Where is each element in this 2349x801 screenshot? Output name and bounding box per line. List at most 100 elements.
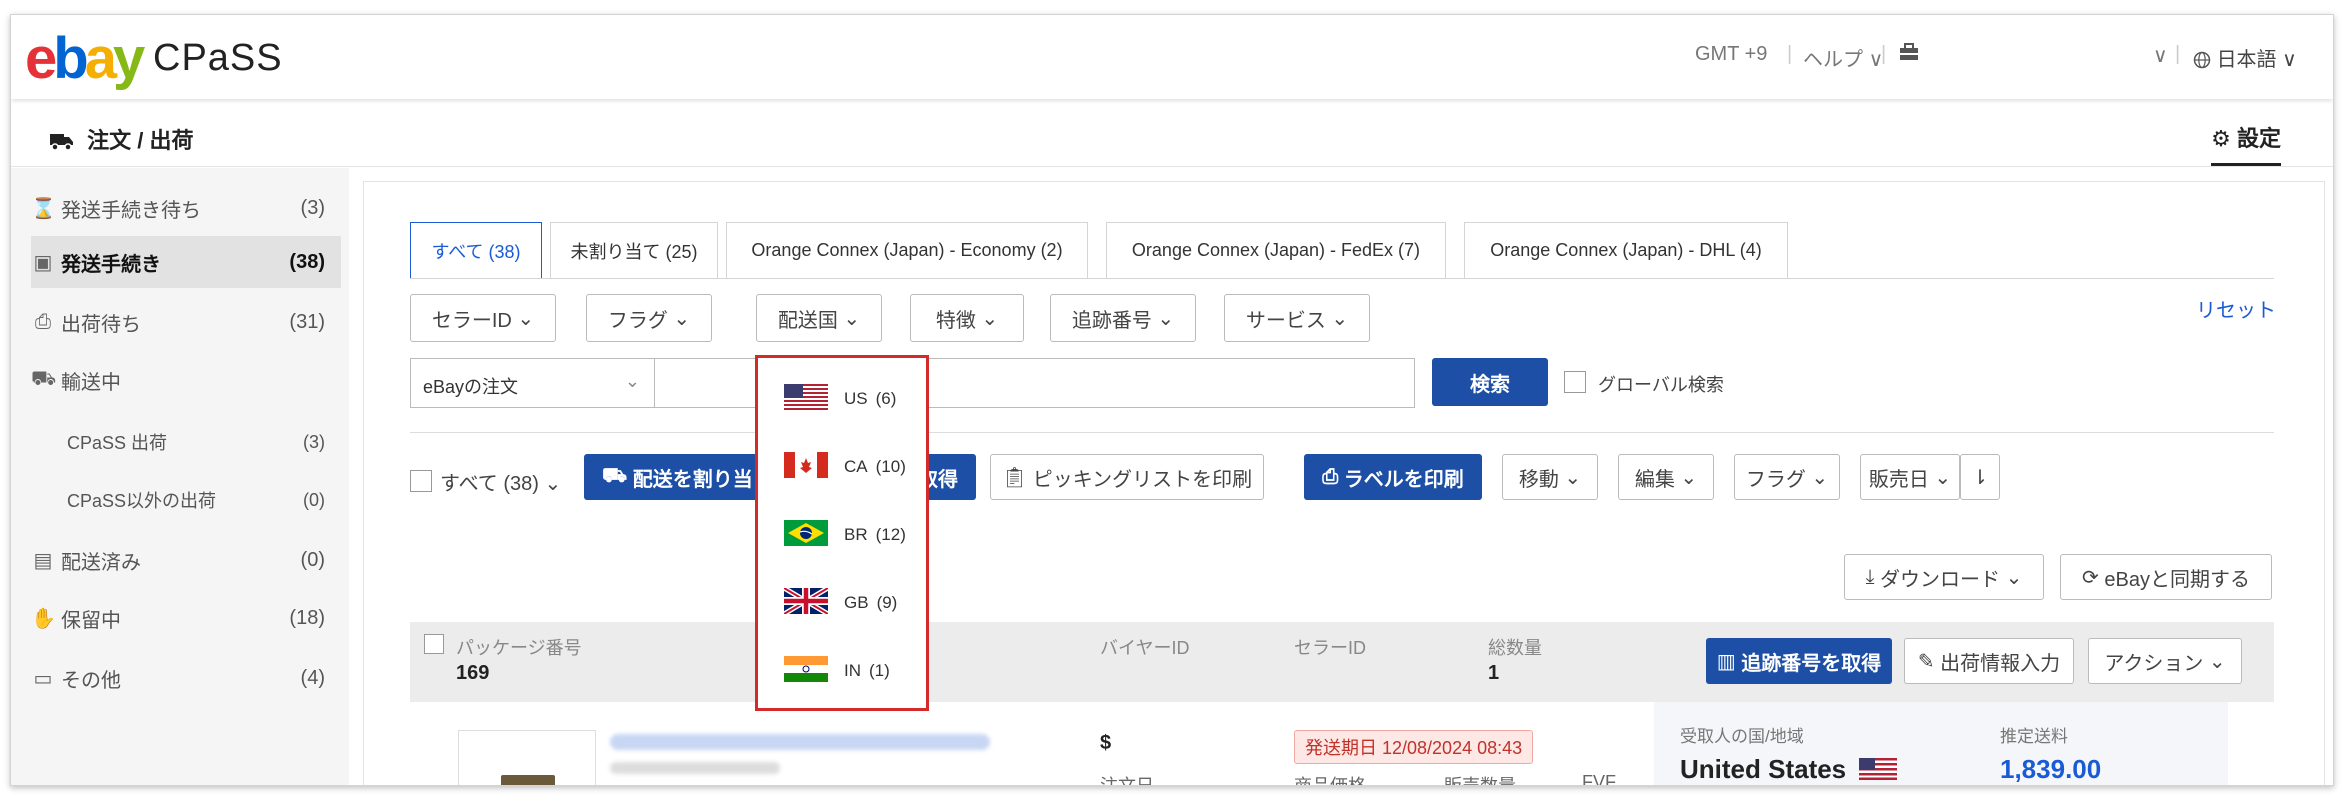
filter-label: 追跡番号 bbox=[1071, 309, 1152, 332]
truck-icon bbox=[49, 128, 87, 153]
sidebar-item-on-hold[interactable]: ✋ 保留中 (18) bbox=[31, 592, 341, 644]
global-search-checkbox[interactable] bbox=[1564, 371, 1586, 393]
chevron-down-icon: ⌄ bbox=[624, 371, 640, 391]
quantity-sold-label: 販売数量 bbox=[1444, 776, 1516, 786]
download-icon: ⤓ bbox=[1865, 565, 1875, 588]
sidebar-item-count: (4) bbox=[300, 666, 325, 689]
receipt-icon: ▤ bbox=[33, 549, 53, 572]
flag-dropdown[interactable]: フラグ ⌄ bbox=[1734, 454, 1840, 500]
sidebar-item-non-cpass-shipping[interactable]: CPaSS以外の出荷 (0) bbox=[67, 474, 341, 526]
sidebar: ⌛ 発送手続き待ち (3) ▣ 発送手続き (38) ⎙ 出荷待ち (31) ⛟… bbox=[11, 168, 349, 785]
printer-icon: ⎙ bbox=[35, 310, 51, 333]
chevron-down-icon: ⌄ bbox=[1564, 466, 1582, 489]
dropdown-option-br[interactable]: BR (12) bbox=[784, 518, 906, 552]
move-dropdown[interactable]: 移動 ⌄ bbox=[1502, 454, 1598, 500]
sale-date-dropdown[interactable]: 販売日 ⌄ bbox=[1860, 454, 1960, 500]
sidebar-item-label: その他 bbox=[61, 669, 121, 692]
product-thumbnail[interactable] bbox=[458, 730, 596, 785]
timezone[interactable]: GMT +9 bbox=[1695, 43, 1767, 66]
ship-info-button[interactable]: ✎ 出荷情報入力 bbox=[1904, 638, 2074, 684]
page-title: 注文 / 出荷 bbox=[49, 123, 193, 155]
buyer-id-label: バイヤーID bbox=[1100, 638, 1190, 658]
dropdown-option-gb[interactable]: GB (9) bbox=[782, 585, 897, 620]
option-code: IN bbox=[844, 661, 861, 680]
product-title[interactable] bbox=[610, 734, 990, 750]
option-count: (10) bbox=[875, 457, 906, 476]
option-code: BR bbox=[844, 525, 868, 544]
feature-filter[interactable]: 特徴 ⌄ bbox=[910, 294, 1024, 342]
button-label: 移動 bbox=[1518, 468, 1559, 491]
total-quantity-value: 1 bbox=[1488, 662, 1500, 684]
tab-oc-economy[interactable]: Orange Connex (Japan) - Economy (2) bbox=[726, 222, 1088, 278]
refresh-icon: ⟳ bbox=[2082, 566, 2099, 589]
chevron-down-icon: ⌄ bbox=[2005, 566, 2023, 589]
dropdown-option-us[interactable]: US (6) bbox=[784, 382, 896, 416]
app-name: CPaSS bbox=[153, 37, 283, 79]
reset-link[interactable]: リセット bbox=[2196, 294, 2276, 323]
sort-order-icon[interactable]: ⇂ bbox=[1960, 454, 2000, 500]
ebay-logo[interactable]: ebay bbox=[25, 27, 145, 91]
estimated-shipping-label: 推定送料 bbox=[2000, 727, 2068, 746]
select-all-checkbox[interactable] bbox=[410, 470, 432, 492]
edit-dropdown[interactable]: 編集 ⌄ bbox=[1618, 454, 1714, 500]
sidebar-item-delivered[interactable]: ▤ 配送済み (0) bbox=[31, 534, 341, 586]
tab-oc-dhl[interactable]: Orange Connex (Japan) - DHL (4) bbox=[1464, 222, 1788, 278]
settings-link[interactable]: ⚙ 設定 bbox=[2211, 121, 2281, 166]
hand-icon: ✋ bbox=[31, 607, 56, 630]
briefcase-icon[interactable] bbox=[1899, 43, 1919, 67]
button-label: 編集 bbox=[1634, 468, 1675, 491]
chevron-down-icon: ⌄ bbox=[544, 473, 562, 495]
account-menu-chevron-icon[interactable]: ∨ bbox=[2153, 43, 2168, 68]
sidebar-item-count: (31) bbox=[289, 310, 325, 333]
sidebar-item-in-transit[interactable]: ⛟ 輸送中 bbox=[31, 354, 341, 406]
action-dropdown[interactable]: アクション ⌄ bbox=[2088, 638, 2242, 684]
globe-icon bbox=[2193, 49, 2217, 71]
tab-oc-fedex[interactable]: Orange Connex (Japan) - FedEx (7) bbox=[1106, 222, 1446, 278]
order-source-select[interactable]: eBayの注文 ⌄ bbox=[410, 358, 655, 408]
dropdown-option-in[interactable]: IN (1) bbox=[784, 654, 890, 688]
assign-shipping-button[interactable]: ⛟ 配送を割り当 bbox=[584, 454, 764, 500]
package-checkbox[interactable] bbox=[424, 634, 444, 654]
seller-id-filter[interactable]: セラーID ⌄ bbox=[410, 294, 556, 342]
service-filter[interactable]: サービス ⌄ bbox=[1224, 294, 1370, 342]
tab-all[interactable]: すべて (38) bbox=[410, 222, 542, 278]
sidebar-item-other[interactable]: ▭ その他 (4) bbox=[31, 652, 341, 704]
dropdown-option-ca[interactable]: CA (10) bbox=[784, 450, 906, 484]
hourglass-icon: ⌛ bbox=[31, 197, 56, 220]
flag-filter[interactable]: フラグ ⌄ bbox=[586, 294, 712, 342]
print-label-button[interactable]: ⎙ ラベルを印刷 bbox=[1304, 454, 1482, 500]
chevron-down-icon: ⌄ bbox=[1680, 466, 1698, 489]
help-menu[interactable]: ヘルプ ∨ bbox=[1803, 43, 1883, 72]
print-picking-list-button[interactable]: 📋︎ ピッキングリストを印刷 bbox=[990, 454, 1264, 500]
sync-ebay-button[interactable]: ⟳ eBayと同期する bbox=[2060, 554, 2272, 600]
sidebar-item-count: (3) bbox=[303, 431, 325, 452]
barcode-icon: ▥ bbox=[1716, 650, 1736, 673]
gear-icon: ⚙ bbox=[2211, 126, 2231, 151]
sidebar-item-ready-to-ship[interactable]: ⎙ 出荷待ち (31) bbox=[31, 296, 341, 348]
sidebar-item-label: CPaSS以外の出荷 bbox=[67, 491, 217, 511]
main-panel: すべて (38) 未割り当て (25) Orange Connex (Japan… bbox=[363, 181, 2325, 786]
select-all-label[interactable]: すべて (38) ⌄ bbox=[440, 467, 561, 496]
recipient-panel: 受取人の国/地域 United States 推定送料 1,839.00 bbox=[1654, 702, 2228, 785]
clipboard-icon: 📋︎ bbox=[1001, 466, 1028, 489]
item-price-label: 商品価格 bbox=[1294, 776, 1366, 786]
tab-unassigned[interactable]: 未割り当て (25) bbox=[550, 222, 718, 278]
language-menu[interactable]: 日本語 ∨ bbox=[2193, 43, 2297, 72]
download-button[interactable]: ⤓ ダウンロード ⌄ bbox=[1844, 554, 2044, 600]
us-flag-icon bbox=[784, 383, 844, 415]
chevron-down-icon: ⌄ bbox=[2208, 650, 2226, 673]
destination-country-dropdown: US (6) CA (10) BR (12) GB (9) IN (1) bbox=[755, 355, 929, 711]
option-count: (1) bbox=[869, 661, 890, 680]
divider: | bbox=[1787, 43, 1793, 65]
sidebar-item-awaiting[interactable]: ⌛ 発送手続き待ち (3) bbox=[31, 182, 341, 234]
tracking-filter[interactable]: 追跡番号 ⌄ bbox=[1050, 294, 1196, 342]
destination-filter[interactable]: 配送国 ⌄ bbox=[756, 294, 882, 342]
sidebar-item-cpass-shipping[interactable]: CPaSS 出荷 (3) bbox=[67, 416, 341, 468]
sidebar-item-count: (38) bbox=[289, 250, 325, 273]
get-tracking-button[interactable]: ▥ 追跡番号を取得 bbox=[1706, 638, 1892, 684]
search-button[interactable]: 検索 bbox=[1432, 358, 1548, 406]
sidebar-item-processing[interactable]: ▣ 発送手続き (38) bbox=[31, 236, 341, 288]
button-label: フラグ bbox=[1745, 468, 1806, 491]
chevron-down-icon: ⌄ bbox=[673, 307, 691, 330]
select-all-text: すべて (38) bbox=[440, 473, 539, 495]
